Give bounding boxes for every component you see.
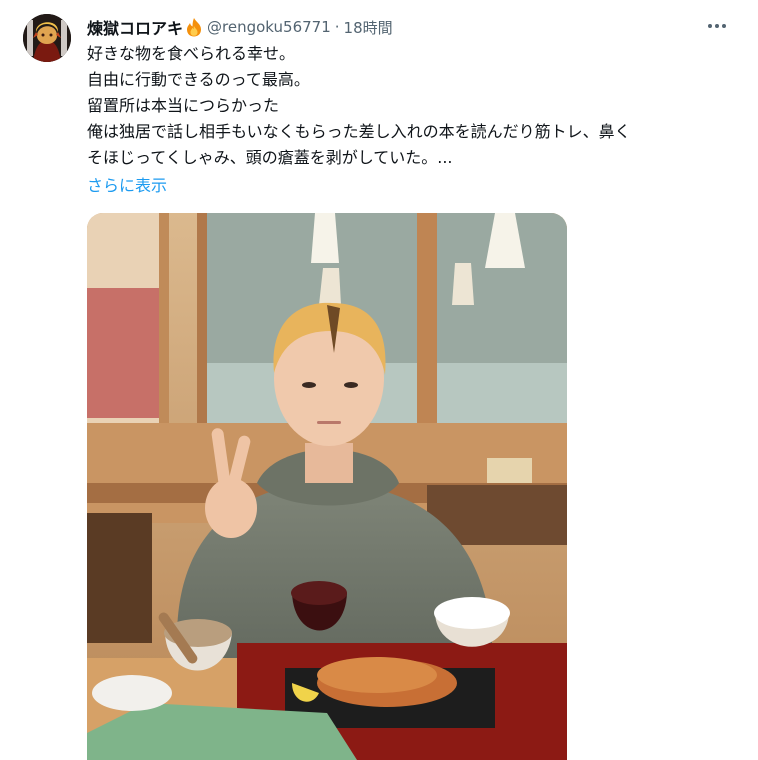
more-options-icon [708,24,726,28]
tweet-text-line: 好きな物を食べられる幸せ。 [87,44,296,63]
tweet-text-line: 自由に行動できるのって最高。 [87,70,310,89]
separator-dot: · [334,18,340,36]
avatar[interactable] [23,14,71,62]
timestamp[interactable]: 18時間 [344,17,393,38]
tweet-text-line: 俺は独居で話し相手もいなくもらった差し入れの本を読んだり筋トレ、鼻く [87,122,631,141]
more-options-button[interactable] [700,14,734,38]
restaurant-photo [87,213,567,760]
tweet-text: 好きな物を食べられる幸せ。 自由に行動できるのって最高。 留置所は本当につらかっ… [87,41,747,171]
show-more-link[interactable]: さらに表示 [87,173,167,199]
tweet[interactable]: 煉獄コロアキ @rengoku56771 · 18時間 好きな物を食べられる幸せ… [0,0,758,760]
tweet-text-line: そほじってくしゃみ、頭の瘡蓋を剥がしていた。... [87,148,453,167]
tweet-header: 煉獄コロアキ @rengoku56771 · 18時間 [87,15,393,39]
display-name[interactable]: 煉獄コロアキ [87,15,183,39]
avatar-image [23,14,71,62]
tweet-photo[interactable] [87,213,567,760]
tweet-text-line: 留置所は本当につらかった [87,96,280,115]
fire-emoji-icon [185,17,203,37]
user-handle[interactable]: @rengoku56771 [207,18,331,36]
